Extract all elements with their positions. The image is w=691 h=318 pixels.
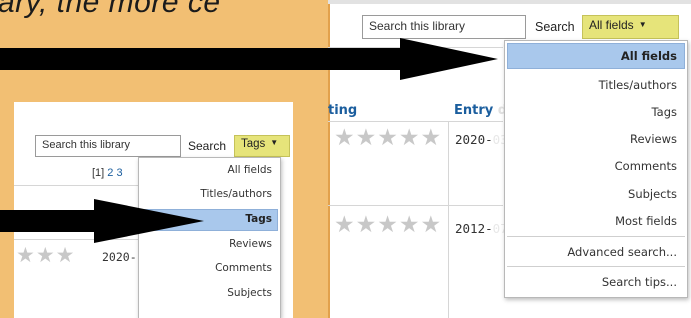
search-input[interactable]: Search this library [362,15,526,39]
menu-item-comments[interactable]: Comments [215,262,272,274]
row-divider [328,121,503,122]
field-select-label: All fields [589,18,634,32]
menu-item-subjects[interactable]: Subjects [628,187,677,201]
menu-separator [507,266,685,267]
page-current: [1] [92,167,105,179]
menu-item-tags[interactable]: Tags [245,213,272,225]
menu-separator [507,236,685,237]
menu-item-search-tips[interactable]: Search tips... [602,275,677,289]
entry-header-label: Entry [454,103,494,118]
field-select-button[interactable]: All fields ▼ [582,15,679,39]
rating-column-header[interactable]: ting [328,103,357,118]
page-link-3[interactable]: 3 [116,167,122,179]
star-rating[interactable]: ★★★★★ [334,212,442,238]
search-button[interactable]: Search [535,20,575,34]
pointer-arrow-shaft [0,210,96,232]
menu-item-most-fields[interactable]: Most fields [615,214,677,228]
menu-item-all-fields[interactable]: All fields [621,49,677,63]
menu-item-advanced-search[interactable]: Advanced search... [567,245,677,259]
chevron-down-icon: ▼ [270,138,279,147]
column-divider [448,122,449,318]
pointer-arrow-shaft [0,48,402,70]
chevron-down-icon: ▼ [638,20,647,29]
top-strip [328,0,691,4]
header-divider [14,185,139,186]
entry-date: 2020- [102,250,137,264]
menu-item-subjects[interactable]: Subjects [227,287,272,299]
entry-date-visible: 2012- [455,221,493,236]
menu-item-tags[interactable]: Tags [652,105,677,119]
top-caption-text: ary, the more ce [0,0,221,19]
page-link-2[interactable]: 2 [107,167,113,179]
star-rating[interactable]: ★★★ [16,243,75,267]
pagination: [1] 2 3 [92,167,123,179]
field-select-label: Tags [241,138,266,150]
menu-item-reviews[interactable]: Reviews [630,132,677,146]
right-arrow-icon [94,199,204,243]
entry-date-visible: 2020- [455,132,493,147]
search-field-dropdown: All fields Titles/authors Tags Reviews C… [504,40,688,298]
row-divider [328,205,503,206]
menu-item-reviews[interactable]: Reviews [229,238,272,250]
star-rating[interactable]: ★★★★★ [334,125,442,151]
field-select-button[interactable]: Tags ▼ [234,135,290,157]
search-input[interactable]: Search this library [35,135,181,157]
menu-item-all-fields[interactable]: All fields [228,164,272,176]
right-arrow-icon [400,38,498,80]
menu-item-titles-authors[interactable]: Titles/authors [599,78,677,92]
menu-item-comments[interactable]: Comments [615,159,677,173]
search-button[interactable]: Search [188,139,226,153]
menu-item-titles-authors[interactable]: Titles/authors [200,188,272,200]
